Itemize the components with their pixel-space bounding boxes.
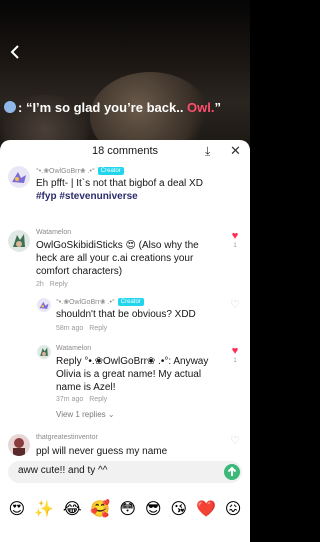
comment-time: 37m ago [56,396,84,403]
comment-input-value[interactable]: aww cute!! and ty ^^ [18,465,107,476]
sheet-header: 18 comments ⤓ ✕ [0,140,250,162]
comment-username[interactable]: °•.❀OwlGoBrr❀ .•° Creator [36,167,124,175]
comment-text: Reply °•.❀OwlGoBrr❀ .•°: Anyway Olivia i… [56,356,209,393]
hashtags[interactable]: #fyp #stevenuniverse [36,191,138,202]
emoji-smiling-hearts[interactable]: 🥰 [90,500,110,520]
emoji-quick-bar: 😍 ✨ 😂 🥰 😳 😎 😘 ❤️ 😖 [0,490,250,530]
creator-badge: Creator [117,298,144,306]
arrow-up-icon [227,466,237,476]
reply-button[interactable]: Reply [89,396,107,403]
emoji-red-heart[interactable]: ❤️ [196,500,216,520]
reply-button[interactable]: Reply [89,325,107,332]
heart-icon[interactable]: ♥ [229,230,241,242]
comment-meta: 37m ago Reply [56,396,107,403]
reply-button[interactable]: Reply [50,281,68,288]
comment-username[interactable]: Watamelon [36,229,71,236]
emoji-confounded[interactable]: 😖 [225,500,242,520]
emoji-sunglasses[interactable]: 😎 [145,500,162,520]
avatar[interactable] [37,298,51,312]
comment-username[interactable]: °•.❀OwlGoBrr❀ .•° Creator [56,298,144,306]
emoji-tears-of-joy[interactable]: 😂 [63,500,82,520]
caption-prefix: : “I’m so glad you’re back.. [18,100,188,115]
caption-suffix: ” [214,100,222,115]
close-icon[interactable]: ✕ [230,140,241,162]
video-background [0,0,250,145]
comment-username[interactable]: thatgreatestinventor [36,434,98,441]
like-count: 1 [233,243,237,249]
creator-badge: Creator [97,167,124,175]
download-icon[interactable]: ⤓ [205,140,210,162]
emoji-flushed[interactable]: 😳 [119,500,136,520]
back-button[interactable] [10,44,28,62]
heart-icon[interactable]: ♥ [229,345,241,357]
avatar[interactable] [8,166,30,188]
emoji-kiss[interactable]: 😘 [170,500,187,520]
comment-time: 2h [36,281,44,288]
view-replies-button[interactable]: View 1 replies ⌄ [56,410,115,419]
globe-icon [4,101,16,113]
comment-username[interactable]: Watamelon [56,345,91,352]
comment-text: OwlGoSkibidiSticks 😍 (Also why the heck … [36,240,199,277]
video-caption: : “I’m so glad you’re back.. Owl.” [4,100,221,115]
avatar[interactable] [8,434,30,456]
emoji-sparkles[interactable]: ✨ [34,500,54,520]
avatar[interactable] [37,345,51,359]
comment-count-title: 18 comments [91,145,159,157]
comment-time: 58m ago [56,325,84,332]
comment-meta: 2h Reply [36,281,68,288]
chevron-left-icon [10,45,19,59]
emoji-heart-eyes[interactable]: 😍 [8,500,25,520]
send-button[interactable] [224,464,240,480]
comment-meta: 58m ago Reply [56,325,107,332]
heart-outline-icon[interactable]: ♡ [229,298,241,311]
comment-input[interactable]: aww cute!! and ty ^^ [8,461,242,483]
comment-text: shouldn't that be obvious? XDD [56,309,196,320]
comment-input-bar: aww cute!! and ty ^^ [0,459,250,487]
comment-text: ppl will never guess my name [36,446,168,457]
heart-outline-icon[interactable]: ♡ [229,434,241,447]
avatar[interactable] [8,230,30,252]
comment-text: Eh pfft- | It`s not that bigbof a deal X… [36,178,203,202]
like-count: 1 [233,358,237,364]
caption-name: Owl. [187,100,215,115]
